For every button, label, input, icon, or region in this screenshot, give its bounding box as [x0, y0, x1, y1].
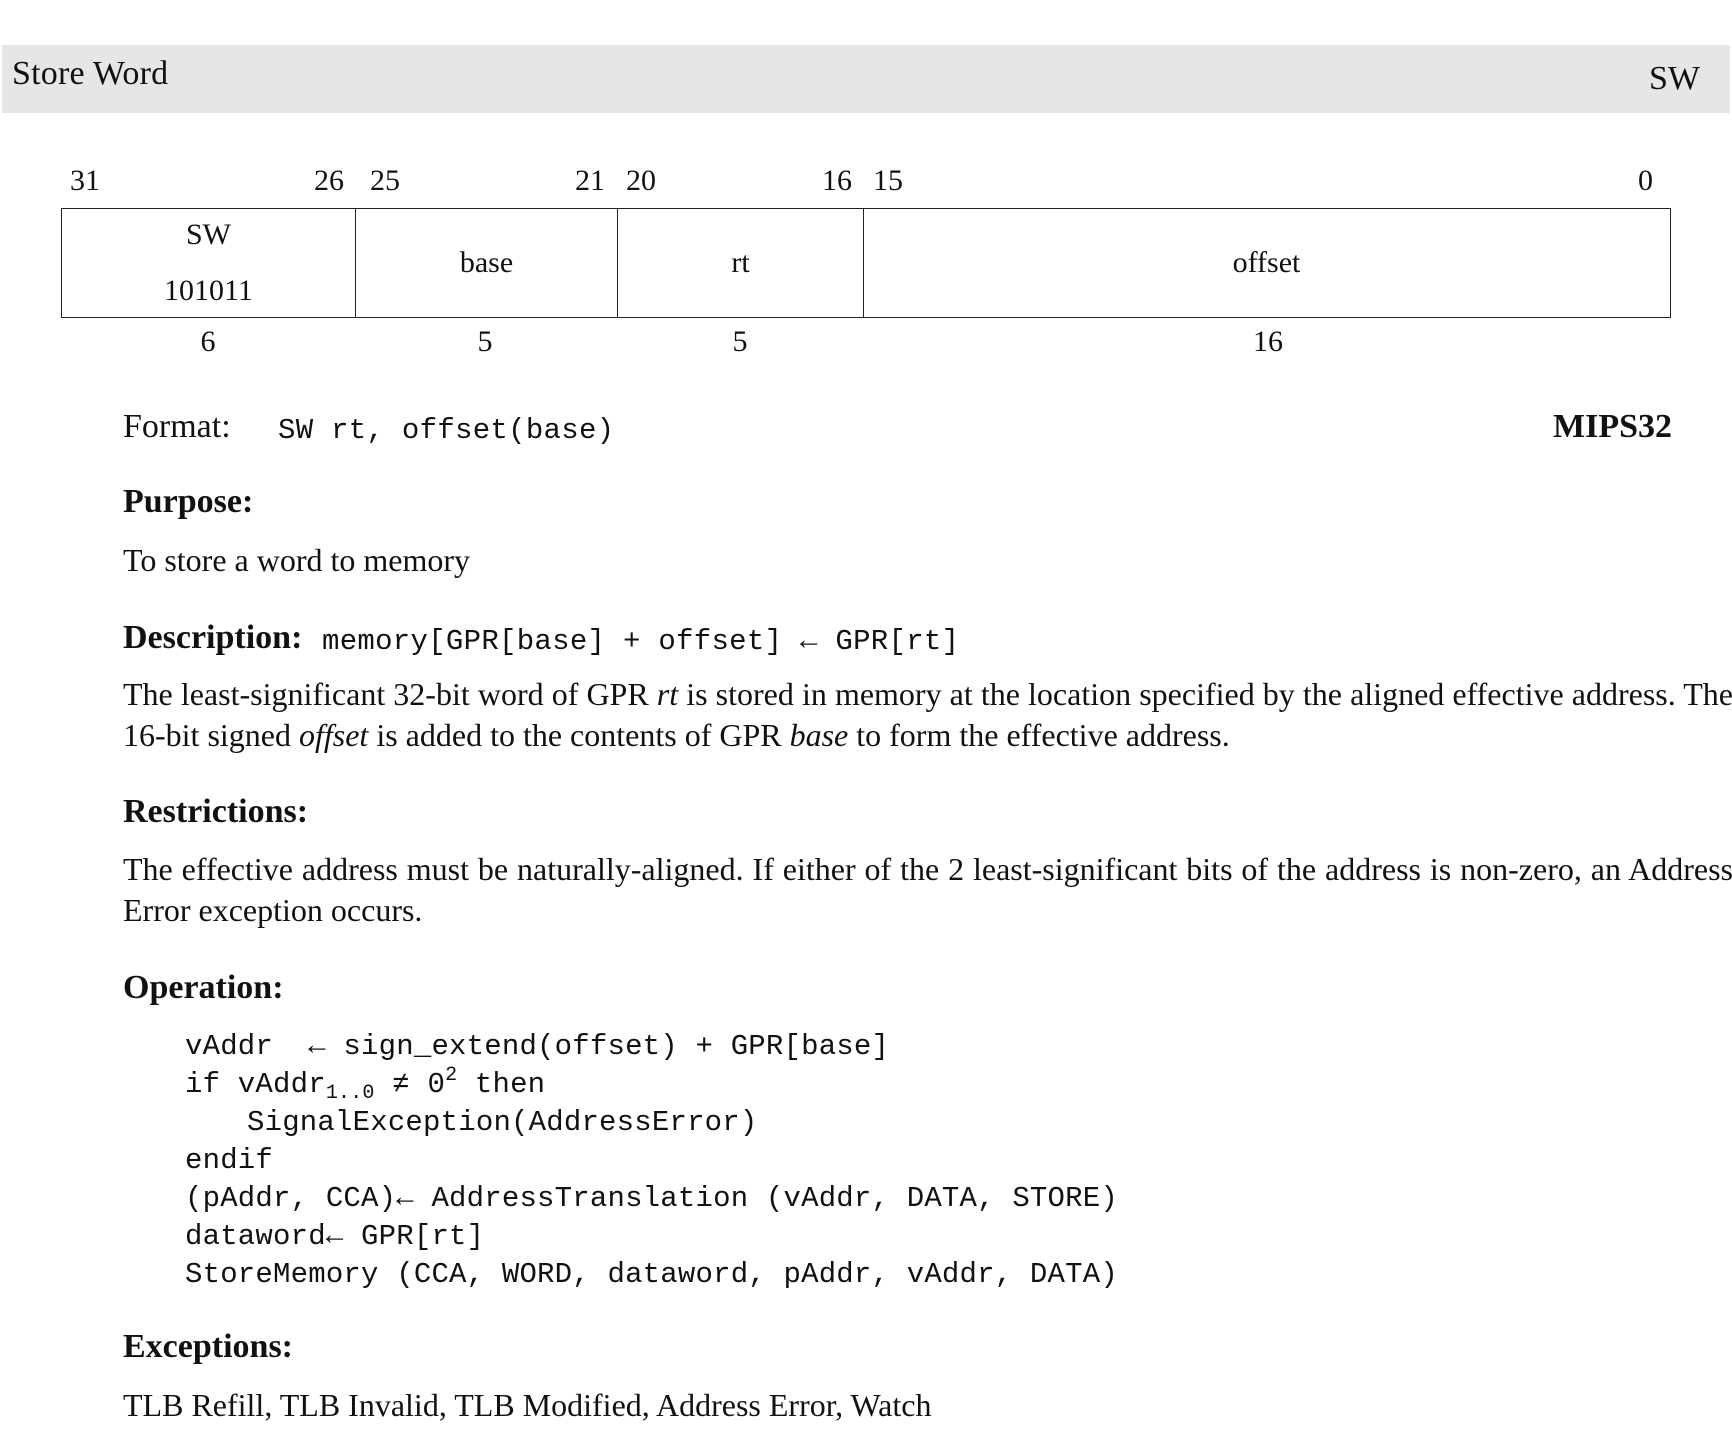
bit-label-25: 25	[370, 164, 400, 197]
header-bar	[2, 45, 1730, 113]
field-offset: offset	[863, 209, 1669, 317]
field-opcode: SW 101011	[62, 209, 355, 317]
field-base: base	[355, 209, 617, 317]
instruction-mnemonic: SW	[1649, 60, 1700, 97]
restrictions-heading: Restrictions:	[123, 793, 309, 830]
field-rt: rt	[617, 209, 863, 317]
field-width-opcode: 6	[200, 325, 216, 358]
code-line: dataword← GPR[rt]	[185, 1220, 485, 1253]
operation-pseudocode: vAddr ← sign_extend(offset) + GPR[base] i…	[185, 1028, 1118, 1294]
exceptions-heading: Exceptions:	[123, 1328, 293, 1365]
purpose-heading: Purpose:	[123, 483, 254, 520]
bit-label-20: 20	[626, 164, 656, 197]
instruction-title: Store Word	[12, 55, 169, 92]
code-line: StoreMemory (CCA, WORD, dataword, pAddr,…	[185, 1258, 1118, 1291]
opcode-name: SW	[186, 218, 231, 251]
restrictions-text: The effective address must be naturally-…	[123, 851, 1732, 928]
bit-label-26: 26	[314, 164, 344, 197]
bit-label-21: 21	[575, 164, 605, 197]
format-label: Format:	[123, 408, 231, 445]
description-text: The least-significant 32-bit word of GPR…	[123, 676, 1732, 753]
field-offset-label: offset	[1232, 246, 1301, 279]
field-rt-label: rt	[731, 246, 750, 279]
code-line: vAddr ← sign_extend(offset) + GPR[base]	[185, 1030, 890, 1063]
field-width-offset: 16	[1253, 325, 1283, 358]
exceptions-text: TLB Refill, TLB Invalid, TLB Modified, A…	[123, 1387, 932, 1423]
operation-heading: Operation:	[123, 969, 284, 1006]
code-line: if vAddr1..0 ≠ 02 then	[185, 1064, 546, 1105]
purpose-text: To store a word to memory	[123, 542, 471, 578]
description-heading: Description:	[123, 619, 303, 656]
bit-label-31: 31	[70, 164, 100, 197]
format-isa: MIPS32	[1553, 408, 1672, 445]
encoding-table: SW 101011 base rt offset	[61, 208, 1671, 318]
format-syntax: SW rt, offset(base)	[278, 414, 615, 447]
opcode-bits: 101011	[164, 274, 253, 307]
bit-label-15: 15	[873, 164, 903, 197]
bit-label-0: 0	[1638, 164, 1653, 197]
field-width-base: 5	[477, 325, 493, 358]
base-term: base	[789, 717, 849, 753]
bit-label-16: 16	[822, 164, 852, 197]
offset-term: offset	[298, 717, 369, 753]
field-width-rt: 5	[732, 325, 748, 358]
field-base-label: base	[459, 246, 514, 279]
code-line: (pAddr, CCA)← AddressTranslation (vAddr,…	[185, 1182, 1118, 1215]
code-line: SignalException(AddressError)	[247, 1106, 758, 1139]
rt-term: rt	[656, 676, 679, 712]
description-formula: memory[GPR[base] + offset] ← GPR[rt]	[322, 625, 960, 658]
code-line: endif	[185, 1144, 274, 1177]
